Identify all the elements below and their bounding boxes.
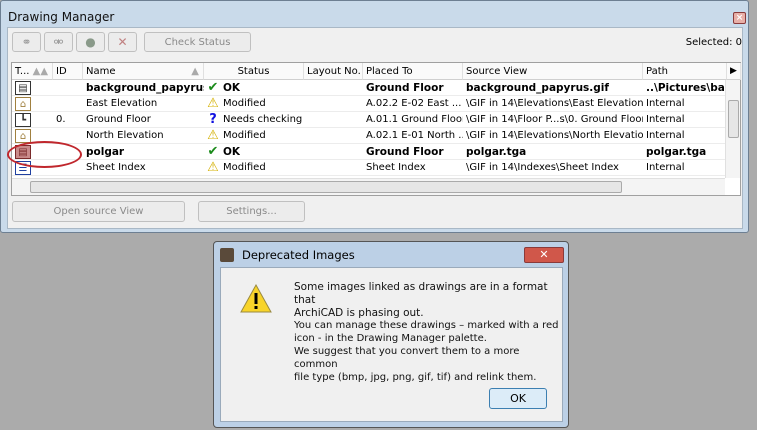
cell-status: OK [223,146,241,158]
vertical-scrollbar[interactable] [725,80,740,178]
deprecated-images-dialog: Deprecated Images ✕ Some images linked a… [213,241,569,428]
cell-name: Sheet Index [86,162,146,173]
check-status-button[interactable]: Check Status [144,32,251,52]
floor-icon: ┗ [15,113,31,127]
selected-count: Selected: 0 [685,37,742,48]
elevation-icon: ⌂ [15,129,31,143]
col-type[interactable]: T... ▲▲ [12,63,53,80]
cell-source-view: background_papyrus.gif [466,82,609,94]
col-id[interactable]: ID [53,63,83,80]
archicad-icon [220,248,234,262]
cell-placed-to: Ground Floor [366,146,444,158]
update-icon: ● [85,35,96,49]
window-title: Drawing Manager [8,10,115,24]
cell-path: Internal [646,98,685,109]
cell-id: 0. [56,114,66,125]
message-line: You can manage these drawings – marked w… [294,320,559,331]
link-icon: ⚭ [21,35,32,49]
cell-status: Needs checking [223,114,303,125]
table-row[interactable]: ▤ background_papyrus ✔ OK Ground Floor b… [12,80,725,96]
cell-path: ..\Pictures\bac [646,82,725,94]
col-status[interactable]: Status [204,63,304,80]
open-source-view-button[interactable]: Open source View [12,201,185,222]
cell-placed-to: Ground Floor [366,82,444,94]
question-icon: ? [209,112,217,127]
image-icon: ▤ [15,81,31,95]
message-line: We suggest that you convert them to a mo… [294,346,520,370]
message-line: icon - in the Drawing Manager palette. [294,333,487,344]
cell-name: Ground Floor [86,114,151,125]
col-placed-to[interactable]: Placed To [363,63,463,80]
cell-placed-to: A.01.1 Ground Floor [366,114,463,125]
cell-path: Internal [646,114,685,125]
ok-button[interactable]: OK [489,388,547,409]
table-row[interactable]: ▤ polgar ✔ OK Ground Floor polgar.tga po… [12,144,725,160]
cell-source-view: polgar.tga [466,146,527,158]
cell-source-view: \GIF in 14\Elevations\East Elevation [466,98,643,109]
cell-status: Modified [223,162,266,173]
check-icon: ✔ [207,80,219,95]
cell-name: polgar [86,146,125,158]
elevation-icon: ⌂ [15,97,31,111]
message-line: Some images linked as drawings are in a … [294,281,548,306]
col-name[interactable]: Name ▲ [83,63,204,80]
close-button[interactable]: × [733,12,746,24]
cell-path: Internal [646,130,685,141]
cell-status: Modified [223,98,266,109]
warning-icon: ⚠ [207,96,219,111]
cell-placed-to: Sheet Index [366,162,426,173]
cell-path: polgar.tga [646,146,707,158]
cell-name: background_papyrus [86,82,204,94]
horizontal-scrollbar[interactable] [12,178,725,195]
scroll-columns-right[interactable]: ▶ [727,63,741,80]
unlink-icon: ⚮ [53,35,64,49]
cell-status: OK [223,82,241,94]
link-button[interactable]: ⚭ [12,32,41,52]
cell-source-view: \GIF in 14\Floor P...s\0. Ground Floor [466,114,643,125]
update-button[interactable]: ● [76,32,105,52]
message-line: file type (bmp, jpg, png, gif, tif) and … [294,372,537,383]
dialog-body: Some images linked as drawings are in a … [220,267,563,422]
drawings-table: T... ▲▲ ID Name ▲ Status Layout No. Place… [11,62,741,196]
table-row[interactable]: ┗ 0. Ground Floor ? Needs checking A.01.… [12,112,725,128]
highlight-ellipse [7,141,82,168]
cell-placed-to: A.02.1 E-01 North ... [366,130,463,141]
warning-icon: ⚠ [207,160,219,175]
cell-name: North Elevation [86,130,164,141]
check-icon: ✔ [207,144,219,159]
settings-button[interactable]: Settings... [198,201,305,222]
col-source-view[interactable]: Source View [463,63,643,80]
col-path[interactable]: Path [643,63,727,80]
cell-name: East Elevation [86,98,158,109]
scroll-thumb[interactable] [728,100,739,138]
close-button[interactable]: ✕ [524,247,564,263]
unlink-button[interactable]: ⚮ [44,32,73,52]
col-layout[interactable]: Layout No. [304,63,363,80]
table-row[interactable]: ⌂ East Elevation ⚠ Modified A.02.2 E-02 … [12,96,725,112]
delete-button[interactable]: ✕ [108,32,137,52]
cell-source-view: \GIF in 14\Elevations\North Elevation [466,130,643,141]
cell-placed-to: A.02.2 E-02 East ... [366,98,462,109]
scroll-thumb[interactable] [30,181,622,193]
table-row[interactable]: ☰ Sheet Index ⚠ Modified Sheet Index \GI… [12,160,725,176]
warning-icon: ⚠ [207,128,219,143]
cell-path: Internal [646,162,685,173]
delete-icon: ✕ [117,35,128,49]
warning-icon [240,284,272,313]
cell-source-view: \GIF in 14\Indexes\Sheet Index [466,162,619,173]
dialog-title: Deprecated Images [242,248,355,262]
cell-status: Modified [223,130,266,141]
table-row[interactable]: ⌂ North Elevation ⚠ Modified A.02.1 E-01… [12,128,725,144]
